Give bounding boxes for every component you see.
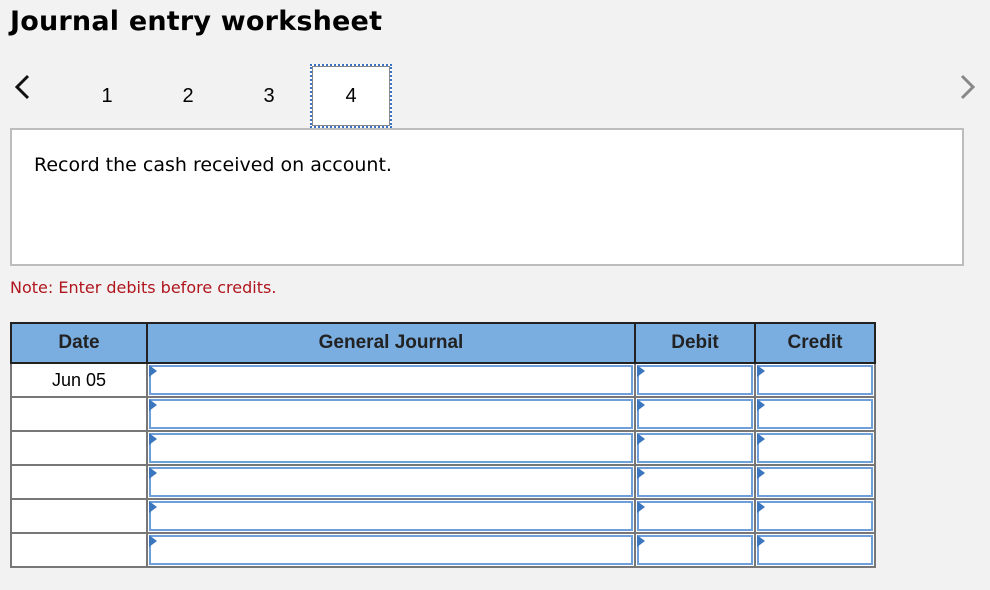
account-cell [146,532,636,568]
credit-field[interactable] [757,433,873,463]
debit-cell [634,532,756,568]
account-field[interactable] [149,399,633,429]
table-row [10,532,876,568]
chevron-left-icon [14,74,30,100]
dropdown-marker-icon [757,399,765,411]
dropdown-marker-icon [637,501,645,513]
account-field[interactable] [149,433,633,463]
debit-field[interactable] [637,365,753,395]
dropdown-marker-icon [757,365,765,377]
debit-cell [634,464,756,500]
debit-cell [634,362,756,398]
account-cell [146,396,636,432]
account-cell [146,430,636,466]
credit-field[interactable] [757,467,873,497]
column-header-credit: Credit [754,322,876,364]
dropdown-marker-icon [149,433,157,445]
dropdown-marker-icon [637,433,645,445]
debit-cell [634,430,756,466]
tab-1[interactable]: 1 [66,64,148,128]
dropdown-marker-icon [149,535,157,547]
instruction-box: Record the cash received on account. [10,128,964,266]
dropdown-marker-icon [637,399,645,411]
dropdown-marker-icon [757,501,765,513]
tab-2[interactable]: 2 [147,64,229,128]
date-cell: Jun 05 [10,362,148,398]
dropdown-marker-icon [149,399,157,411]
table-row [10,430,876,466]
tab-label: 3 [263,84,275,107]
account-field[interactable] [149,365,633,395]
account-field[interactable] [149,467,633,497]
dropdown-marker-icon [757,535,765,547]
tab-label: 2 [182,84,194,107]
instruction-text: Record the cash received on account. [34,154,392,176]
column-header-general-journal: General Journal [146,322,636,364]
table-row: Jun 05 [10,362,876,398]
previous-button[interactable] [12,72,34,102]
credit-field[interactable] [757,501,873,531]
debit-field[interactable] [637,501,753,531]
credit-field[interactable] [757,399,873,429]
table-row [10,464,876,500]
chevron-right-icon [960,74,976,100]
credit-field[interactable] [757,365,873,395]
credit-cell [754,430,876,466]
debit-field[interactable] [637,535,753,565]
date-cell [10,464,148,500]
tab-3[interactable]: 3 [228,64,310,128]
dropdown-marker-icon [757,433,765,445]
dropdown-marker-icon [637,365,645,377]
date-cell [10,532,148,568]
date-cell [10,498,148,534]
table-header-row: Date General Journal Debit Credit [10,322,876,364]
date-cell [10,430,148,466]
date-cell [10,396,148,432]
credit-cell [754,532,876,568]
account-cell [146,464,636,500]
debit-cell [634,498,756,534]
dropdown-marker-icon [149,501,157,513]
tab-label: 1 [101,84,113,107]
debit-field[interactable] [637,399,753,429]
column-header-debit: Debit [634,322,756,364]
debit-field[interactable] [637,433,753,463]
table-row [10,396,876,432]
dropdown-marker-icon [149,467,157,479]
debit-field[interactable] [637,467,753,497]
credit-field[interactable] [757,535,873,565]
page-title: Journal entry worksheet [10,6,383,37]
dropdown-marker-icon [757,467,765,479]
debit-cell [634,396,756,432]
credit-cell [754,464,876,500]
dropdown-marker-icon [637,467,645,479]
next-button[interactable] [956,72,978,102]
credit-cell [754,498,876,534]
credit-cell [754,396,876,432]
dropdown-marker-icon [637,535,645,547]
table-row [10,498,876,534]
credit-cell [754,362,876,398]
column-header-date: Date [10,322,148,364]
journal-table: Date General Journal Debit Credit Jun 05 [10,322,876,568]
account-field[interactable] [149,535,633,565]
account-cell [146,362,636,398]
account-field[interactable] [149,501,633,531]
note-text: Note: Enter debits before credits. [10,278,277,297]
dropdown-marker-icon [149,365,157,377]
tab-label: 4 [345,84,357,107]
tab-4[interactable]: 4 [310,64,392,128]
account-cell [146,498,636,534]
